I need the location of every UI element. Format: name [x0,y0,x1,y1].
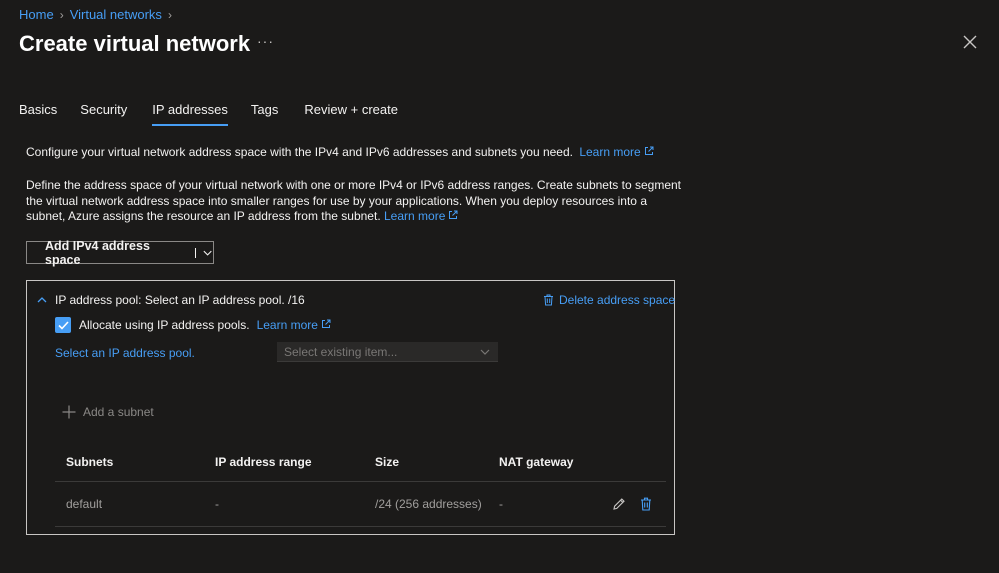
description-learn-more-link[interactable]: Learn more [384,209,458,223]
column-header-nat-gateway: NAT gateway [499,455,574,469]
learn-more-label: Learn more [256,318,318,332]
external-link-icon [644,146,654,155]
learn-more-label: Learn more [579,145,641,159]
intro-learn-more-link[interactable]: Learn more [579,145,654,159]
tab-basics[interactable]: Basics [19,102,57,117]
allocate-learn-more-link[interactable]: Learn more [257,318,331,332]
add-ipv4-address-space-button[interactable]: Add IPv4 address space [26,238,214,267]
description-text: Define the address space of your virtual… [26,178,682,223]
ip-pool-dropdown-placeholder: Select existing item... [284,344,398,359]
external-link-icon [321,319,331,328]
breadcrumb-virtual-networks-link[interactable]: Virtual networks [70,7,162,22]
tab-ip-addresses[interactable]: IP addresses [152,102,228,126]
tab-bar: Basics Security IP addresses Tags Review… [19,102,398,126]
delete-subnet-button[interactable] [640,497,652,514]
delete-address-space-button[interactable]: Delete address space [543,293,675,307]
subnet-range-cell: - [215,497,219,511]
address-space-description: Define the address space of your virtual… [26,178,686,225]
allocate-label: Allocate using IP address pools. [79,318,250,332]
subnet-nat-cell: - [499,497,503,511]
split-divider [194,247,196,258]
pool-header[interactable]: IP address pool: Select an IP address po… [36,293,305,307]
table-header-divider [55,481,666,482]
ip-pool-dropdown[interactable]: Select existing item... [277,342,498,362]
intro-description: Configure your virtual network address s… [26,145,573,159]
trash-icon [641,497,651,511]
trash-icon [544,294,553,306]
more-options-button[interactable]: ··· [257,33,274,49]
page-title: Create virtual network [19,31,251,56]
allocate-checkbox[interactable] [55,317,71,333]
select-ip-pool-link[interactable]: Select an IP address pool. [55,346,195,360]
table-row-divider [55,526,666,527]
checkmark-icon [57,320,69,330]
column-header-size: Size [375,455,400,469]
breadcrumb-home-link[interactable]: Home [19,7,54,22]
subnet-size-cell: /24 (256 addresses) [375,497,482,511]
pool-header-label: IP address pool: Select an IP address po… [55,293,305,307]
edit-subnet-button[interactable] [612,497,626,514]
intro-text: Configure your virtual network address s… [26,145,654,159]
chevron-right-icon: › [167,7,172,22]
chevron-right-icon: › [59,7,64,22]
learn-more-label: Learn more [384,209,446,223]
tab-review-create[interactable]: Review + create [304,102,398,117]
chevron-down-icon [480,349,490,355]
add-subnet-button[interactable]: Add a subnet [62,405,154,419]
add-subnet-label: Add a subnet [83,405,154,419]
tab-tags[interactable]: Tags [251,102,278,117]
close-button[interactable] [963,35,981,53]
breadcrumb: Home › Virtual networks › [19,7,172,22]
subnet-name-cell: default [66,497,103,511]
chevron-up-icon[interactable] [36,295,48,305]
column-header-subnets: Subnets [66,455,114,469]
pencil-icon [613,498,625,510]
plus-icon [62,405,76,419]
chevron-down-icon[interactable] [202,247,213,259]
delete-address-space-label: Delete address space [559,293,676,307]
tab-security[interactable]: Security [80,102,127,117]
column-header-ip-range: IP address range [215,455,312,469]
close-icon [963,35,977,49]
add-ipv4-address-space-label: Add IPv4 address space [45,238,150,267]
allocate-row: Allocate using IP address pools. Learn m… [55,317,331,333]
external-link-icon [449,210,458,219]
